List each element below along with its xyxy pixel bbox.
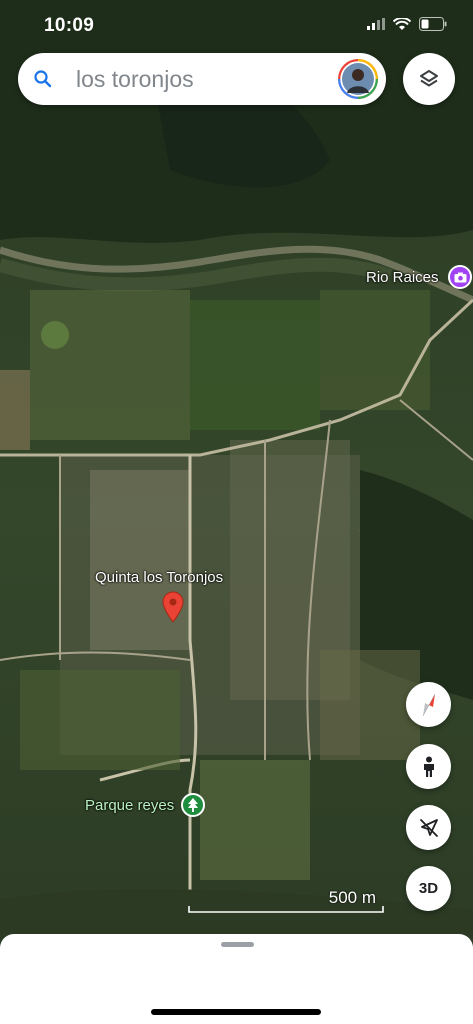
satellite-map[interactable] <box>0 0 473 1024</box>
3d-toggle-button[interactable]: 3D <box>406 866 451 911</box>
compass-button[interactable] <box>406 682 451 727</box>
map-label-parque-reyes[interactable]: Parque reyes <box>85 797 174 814</box>
my-location-button[interactable] <box>406 805 451 850</box>
signal-icon <box>367 18 385 30</box>
compass-icon <box>422 693 435 716</box>
sheet-drag-handle[interactable] <box>221 942 254 947</box>
status-bar: 10:09 <box>0 0 473 50</box>
scale-bar: 500 m <box>188 884 384 914</box>
battery-icon <box>419 17 447 31</box>
account-avatar[interactable] <box>338 59 378 99</box>
layers-button[interactable] <box>403 53 455 105</box>
street-view-button[interactable] <box>406 744 451 789</box>
wifi-icon <box>393 17 411 30</box>
location-off-icon <box>419 818 438 837</box>
home-indicator[interactable] <box>151 1009 321 1015</box>
tree-icon <box>188 798 198 812</box>
status-time: 10:09 <box>44 15 95 36</box>
search-bar[interactable]: los toronjos <box>18 53 386 105</box>
search-input[interactable]: los toronjos <box>76 66 194 93</box>
bottom-sheet[interactable] <box>0 934 473 1024</box>
map-pin-icon[interactable] <box>162 591 184 623</box>
scale-line <box>188 906 384 913</box>
poi-parque-reyes[interactable] <box>181 793 205 817</box>
poi-rio-raices[interactable] <box>448 265 472 289</box>
search-icon <box>34 70 52 88</box>
map-label-quinta-los-toronjos[interactable]: Quinta los Toronjos <box>95 569 223 586</box>
layers-icon <box>420 70 438 87</box>
avatar-image <box>338 59 378 99</box>
map-label-rio-raices[interactable]: Rio Raices <box>366 269 439 286</box>
status-icons <box>367 17 447 31</box>
camera-icon <box>454 272 466 282</box>
pegman-icon <box>423 756 434 777</box>
